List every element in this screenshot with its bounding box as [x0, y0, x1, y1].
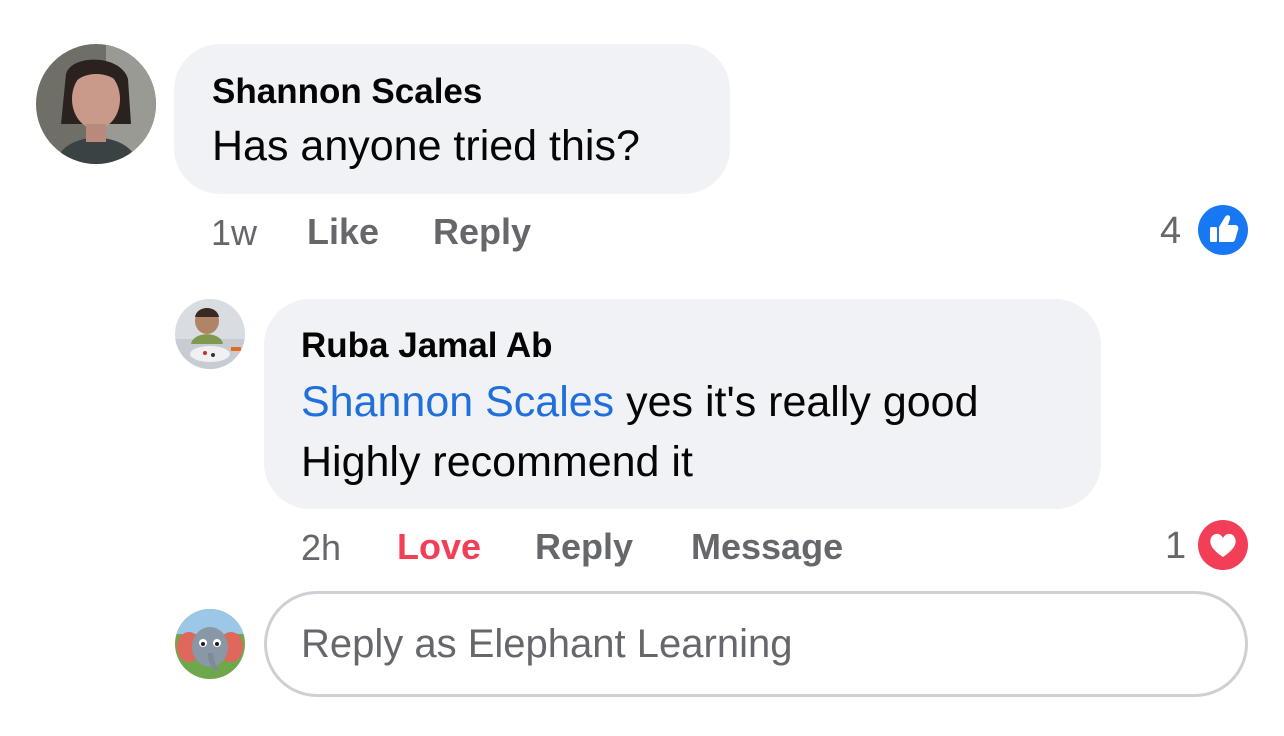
profile-photo-icon [36, 44, 156, 164]
love-button[interactable]: Love [397, 526, 481, 568]
reply-text-line2: Highly recommend it [301, 438, 693, 486]
reply-composer[interactable] [264, 591, 1248, 697]
comment-timestamp[interactable]: 1w [211, 212, 257, 254]
avatar-ruba-jamal-ab[interactable] [175, 299, 245, 369]
reply-author[interactable]: Ruba Jamal Ab [301, 326, 553, 366]
reply-button[interactable]: Reply [535, 526, 633, 568]
like-button[interactable]: Like [307, 211, 379, 253]
comment-text: Has anyone tried this? [212, 122, 640, 170]
profile-photo-icon [175, 299, 245, 369]
reply-input[interactable] [267, 594, 1245, 694]
elephant-avatar-icon [175, 609, 245, 679]
reply-button[interactable]: Reply [433, 211, 531, 253]
love-icon[interactable] [1198, 520, 1248, 570]
like-icon[interactable] [1198, 205, 1248, 255]
reply-text: yes it's really good [614, 378, 979, 426]
comment-bubble: Shannon Scales Has anyone tried this? [174, 44, 730, 194]
avatar-elephant-learning [175, 609, 245, 679]
comment-reaction-count[interactable]: 4 [1160, 210, 1181, 253]
message-button[interactable]: Message [691, 526, 843, 568]
reply-text-line1: Shannon Scales yes it's really good [301, 372, 979, 432]
avatar-shannon-scales[interactable] [36, 44, 156, 164]
reply-bubble: Ruba Jamal Ab Shannon Scales yes it's re… [264, 299, 1101, 509]
reply-timestamp[interactable]: 2h [301, 527, 341, 569]
mention-link[interactable]: Shannon Scales [301, 378, 614, 426]
comment-author[interactable]: Shannon Scales [212, 72, 482, 112]
reply-reaction-count[interactable]: 1 [1165, 525, 1186, 568]
